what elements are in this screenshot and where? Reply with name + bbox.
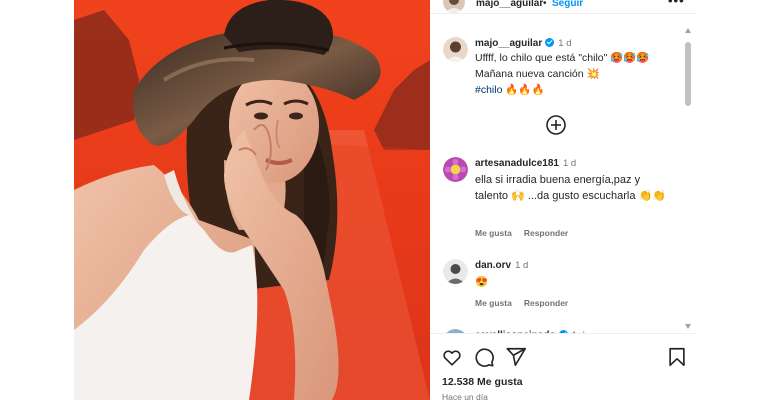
paper-plane-icon[interactable] [505,346,527,368]
comment-actions: Me gusta Responder [475,298,580,308]
caption-line-3: #chilo 🔥🔥🔥 [475,82,675,98]
plus-circle-icon[interactable] [545,114,567,136]
post-photo[interactable] [74,0,430,400]
comment-reply-button[interactable]: Responder [524,298,568,308]
heart-icon[interactable] [441,346,463,368]
comment-header: dan.orv 1 d [475,260,528,271]
post-timestamp[interactable]: Hace un día [442,392,488,400]
comments-scrollbar[interactable] [682,28,694,334]
commenter-username[interactable]: dan.orv [475,260,511,271]
comment-reply-button[interactable]: Responder [524,228,568,238]
comment-time[interactable]: 1 d [563,158,576,169]
comment-item: dan.orv 1 d 😍 Me gusta Responder [430,256,680,312]
verified-badge-icon [545,38,555,47]
comment-icon[interactable] [473,346,495,368]
comment-like-button[interactable]: Me gusta [475,298,512,308]
likes-count[interactable]: 12.538 Me gusta [442,376,523,388]
scroll-up-arrow-icon[interactable] [685,28,691,33]
commenter-avatar[interactable] [443,157,468,182]
post-header: majo__aguilar • Seguir ••• [430,0,697,14]
comment-header: artesanadulce181 1 d [475,158,576,169]
comment-actions: Me gusta Responder [475,228,580,238]
caption-header: majo__aguilar 1 d [475,38,571,49]
caption-line-2: Mañana nueva canción 💥 [475,68,600,80]
header-separator: • [543,0,547,9]
comment-item: artesanadulce181 1 d ella si irradia buen… [430,154,680,244]
comment-time[interactable]: 1 d [515,260,528,271]
caption-text: Uffff, lo chilo que está "chilo" 🥵🥵🥵 Mañ… [475,50,675,98]
hashtag-emojis: 🔥🔥🔥 [502,84,545,96]
bookmark-icon[interactable] [666,346,688,368]
commenter-username[interactable]: artesanadulce181 [475,158,559,169]
comment-text: ella si irradia buena energía,paz y tale… [475,174,666,202]
more-options-icon[interactable]: ••• [668,0,685,8]
scrollbar-thumb[interactable] [685,42,691,106]
caption-line-1: Uffff, lo chilo que está "chilo" 🥵🥵🥵 [475,52,650,64]
caption-time[interactable]: 1 d [558,38,571,49]
comment-like-button[interactable]: Me gusta [475,228,512,238]
post-footer: 12.538 Me gusta Hace un día [430,333,697,400]
comment-text: 😍 [475,276,489,288]
author-avatar[interactable] [443,0,465,13]
commenter-avatar[interactable] [443,259,468,284]
caption-avatar[interactable] [443,37,468,62]
scroll-down-arrow-icon[interactable] [685,324,691,329]
follow-button[interactable]: Seguir [552,0,583,9]
caption-username[interactable]: majo__aguilar [475,38,542,49]
author-username[interactable]: majo__aguilar [476,0,543,9]
hashtag-link[interactable]: #chilo [475,84,502,96]
